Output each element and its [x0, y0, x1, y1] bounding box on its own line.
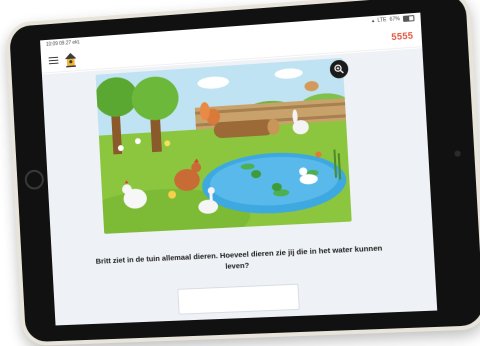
hamburger-menu-icon[interactable] [49, 56, 59, 64]
app-screen: 10:09 09.27 ekt. ▴ LTE 67% 5555 [40, 13, 437, 326]
score-counter: 5555 [391, 30, 413, 42]
answer-input[interactable] [177, 284, 300, 315]
exercise-content: Britt ziet in de tuin allemaal dieren. H… [42, 48, 437, 325]
tablet-device: 10:09 09.27 ekt. ▴ LTE 67% 5555 [5, 0, 480, 346]
battery-percent: 67% [389, 16, 400, 23]
carrier-label: LTE [377, 17, 386, 24]
battery-icon [403, 15, 415, 22]
question-text: Britt ziet in de tuin allemaal dieren. H… [90, 242, 389, 278]
birdhouse-logo-icon[interactable] [64, 51, 78, 68]
signal-icon: ▴ [372, 18, 375, 24]
zoom-in-icon[interactable] [329, 59, 348, 78]
status-date: 09.27 ekt. [59, 39, 80, 46]
status-time: 10:09 [46, 41, 58, 48]
garden-illustration [96, 58, 352, 234]
